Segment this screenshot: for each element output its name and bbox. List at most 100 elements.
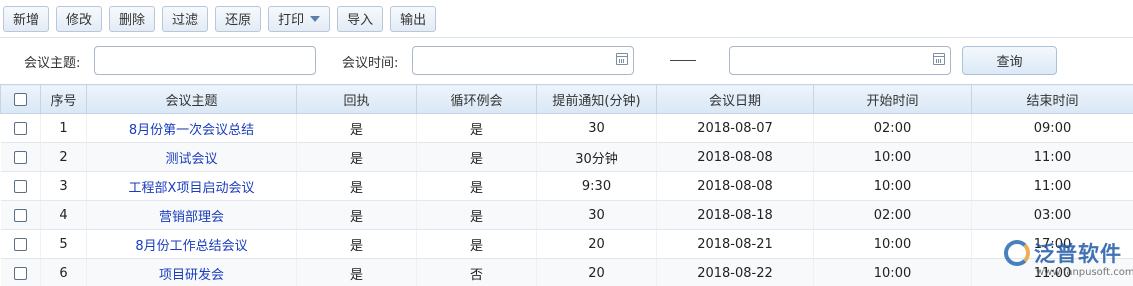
filter-button[interactable]: 过滤 <box>162 5 209 32</box>
cell-index: 4 <box>40 200 87 230</box>
cell-start: 10:00 <box>813 142 972 172</box>
row-checkbox[interactable] <box>13 150 27 164</box>
row-select-cell <box>0 200 41 230</box>
time-label: 会议时间: <box>342 56 399 71</box>
edit-button[interactable]: 修改 <box>56 5 103 32</box>
select-all-cell <box>0 84 41 114</box>
col-header-receipt[interactable]: 回执 <box>296 84 417 114</box>
cell-index: 3 <box>40 171 87 201</box>
row-select-cell <box>0 113 41 143</box>
cell-date: 2018-08-08 <box>656 171 814 201</box>
row-checkbox[interactable] <box>13 266 27 280</box>
range-separator <box>670 60 696 61</box>
table-row[interactable]: 5 8月份工作总结会议 是 是 20 2018-08-21 10:00 17:0… <box>0 229 1133 259</box>
cell-receipt: 是 <box>296 142 417 172</box>
cell-index: 1 <box>40 113 87 143</box>
table-row[interactable]: 1 8月份第一次会议总结 是 是 30 2018-08-07 02:00 09:… <box>0 113 1133 143</box>
print-button-label: 打印 <box>278 13 305 28</box>
row-checkbox[interactable] <box>13 208 27 222</box>
col-header-end[interactable]: 结束时间 <box>971 84 1133 114</box>
cell-recurring: 是 <box>416 171 537 201</box>
print-button[interactable]: 打印 <box>268 5 331 32</box>
cell-recurring: 是 <box>416 200 537 230</box>
select-all-checkbox[interactable] <box>14 92 27 106</box>
col-header-topic[interactable]: 会议主题 <box>86 84 297 114</box>
cell-date: 2018-08-07 <box>656 113 814 143</box>
cell-index: 5 <box>40 229 87 259</box>
cell-date: 2018-08-21 <box>656 229 814 259</box>
row-checkbox[interactable] <box>13 179 27 193</box>
cell-topic-link[interactable]: 测试会议 <box>86 142 297 172</box>
cell-receipt: 是 <box>296 258 417 286</box>
cell-notice: 30分钟 <box>536 142 657 172</box>
col-header-date[interactable]: 会议日期 <box>656 84 814 114</box>
calendar-icon[interactable] <box>616 53 628 65</box>
cell-receipt: 是 <box>296 171 417 201</box>
cell-start: 10:00 <box>813 258 972 286</box>
table-row[interactable]: 6 项目研发会 是 否 20 2018-08-22 10:00 11:00 <box>0 258 1133 286</box>
search-bar: 会议主题: 会议时间: 查询 <box>0 37 1133 83</box>
chevron-down-icon <box>310 15 321 22</box>
cell-start: 02:00 <box>813 200 972 230</box>
table-row[interactable]: 3 工程部X项目启动会议 是 是 9:30 2018-08-08 10:00 1… <box>0 171 1133 201</box>
row-select-cell <box>0 229 41 259</box>
delete-button[interactable]: 删除 <box>109 5 156 32</box>
cell-topic-link[interactable]: 8月份第一次会议总结 <box>86 113 297 143</box>
cell-notice: 30 <box>536 200 657 230</box>
col-header-notice[interactable]: 提前通知(分钟) <box>536 84 657 114</box>
topic-input[interactable] <box>94 46 316 75</box>
end-date-input[interactable] <box>729 46 951 75</box>
cell-recurring: 是 <box>416 113 537 143</box>
watermark-url: www.fanpusoft.com <box>1036 267 1133 278</box>
cell-recurring: 是 <box>416 229 537 259</box>
row-checkbox[interactable] <box>13 237 27 251</box>
query-button[interactable]: 查询 <box>962 46 1057 75</box>
cell-end: 11:00 <box>971 142 1133 172</box>
restore-button[interactable]: 还原 <box>215 5 262 32</box>
watermark: 泛普软件 www.fanpusoft.com <box>1000 236 1133 286</box>
cell-topic-link[interactable]: 项目研发会 <box>86 258 297 286</box>
calendar-icon[interactable] <box>933 53 945 65</box>
cell-notice: 9:30 <box>536 171 657 201</box>
brand-logo-icon <box>1004 240 1030 266</box>
col-header-index[interactable]: 序号 <box>40 84 87 114</box>
col-header-start[interactable]: 开始时间 <box>813 84 972 114</box>
cell-notice: 20 <box>536 229 657 259</box>
import-button[interactable]: 导入 <box>337 5 384 32</box>
cell-start: 10:00 <box>813 229 972 259</box>
col-header-recurring[interactable]: 循环例会 <box>416 84 537 114</box>
toolbar: 新增 修改 删除 过滤 还原 打印 导入 输出 <box>0 0 1133 37</box>
cell-end: 03:00 <box>971 200 1133 230</box>
cell-receipt: 是 <box>296 229 417 259</box>
cell-receipt: 是 <box>296 200 417 230</box>
cell-notice: 30 <box>536 113 657 143</box>
table-row[interactable]: 4 营销部理会 是 是 30 2018-08-18 02:00 03:00 <box>0 200 1133 230</box>
cell-end: 11:00 <box>971 171 1133 201</box>
cell-index: 2 <box>40 142 87 172</box>
cell-topic-link[interactable]: 工程部X项目启动会议 <box>86 171 297 201</box>
cell-receipt: 是 <box>296 113 417 143</box>
cell-recurring: 是 <box>416 142 537 172</box>
row-select-cell <box>0 142 41 172</box>
table-header: 序号 会议主题 回执 循环例会 提前通知(分钟) 会议日期 开始时间 结束时间 <box>0 84 1133 114</box>
row-select-cell <box>0 171 41 201</box>
table-row[interactable]: 2 测试会议 是 是 30分钟 2018-08-08 10:00 11:00 <box>0 142 1133 172</box>
watermark-brand: 泛普软件 <box>1034 242 1122 266</box>
cell-date: 2018-08-22 <box>656 258 814 286</box>
cell-date: 2018-08-18 <box>656 200 814 230</box>
start-date-input[interactable] <box>412 46 634 75</box>
cell-notice: 20 <box>536 258 657 286</box>
cell-topic-link[interactable]: 8月份工作总结会议 <box>86 229 297 259</box>
cell-topic-link[interactable]: 营销部理会 <box>86 200 297 230</box>
row-select-cell <box>0 258 41 286</box>
row-checkbox[interactable] <box>13 121 27 135</box>
add-button[interactable]: 新增 <box>3 5 50 32</box>
cell-index: 6 <box>40 258 87 286</box>
cell-end: 09:00 <box>971 113 1133 143</box>
topic-label: 会议主题: <box>24 56 81 71</box>
cell-start: 10:00 <box>813 171 972 201</box>
cell-start: 02:00 <box>813 113 972 143</box>
meeting-table: 序号 会议主题 回执 循环例会 提前通知(分钟) 会议日期 开始时间 结束时间 … <box>0 84 1133 286</box>
export-button[interactable]: 输出 <box>390 5 437 32</box>
cell-recurring: 否 <box>416 258 537 286</box>
